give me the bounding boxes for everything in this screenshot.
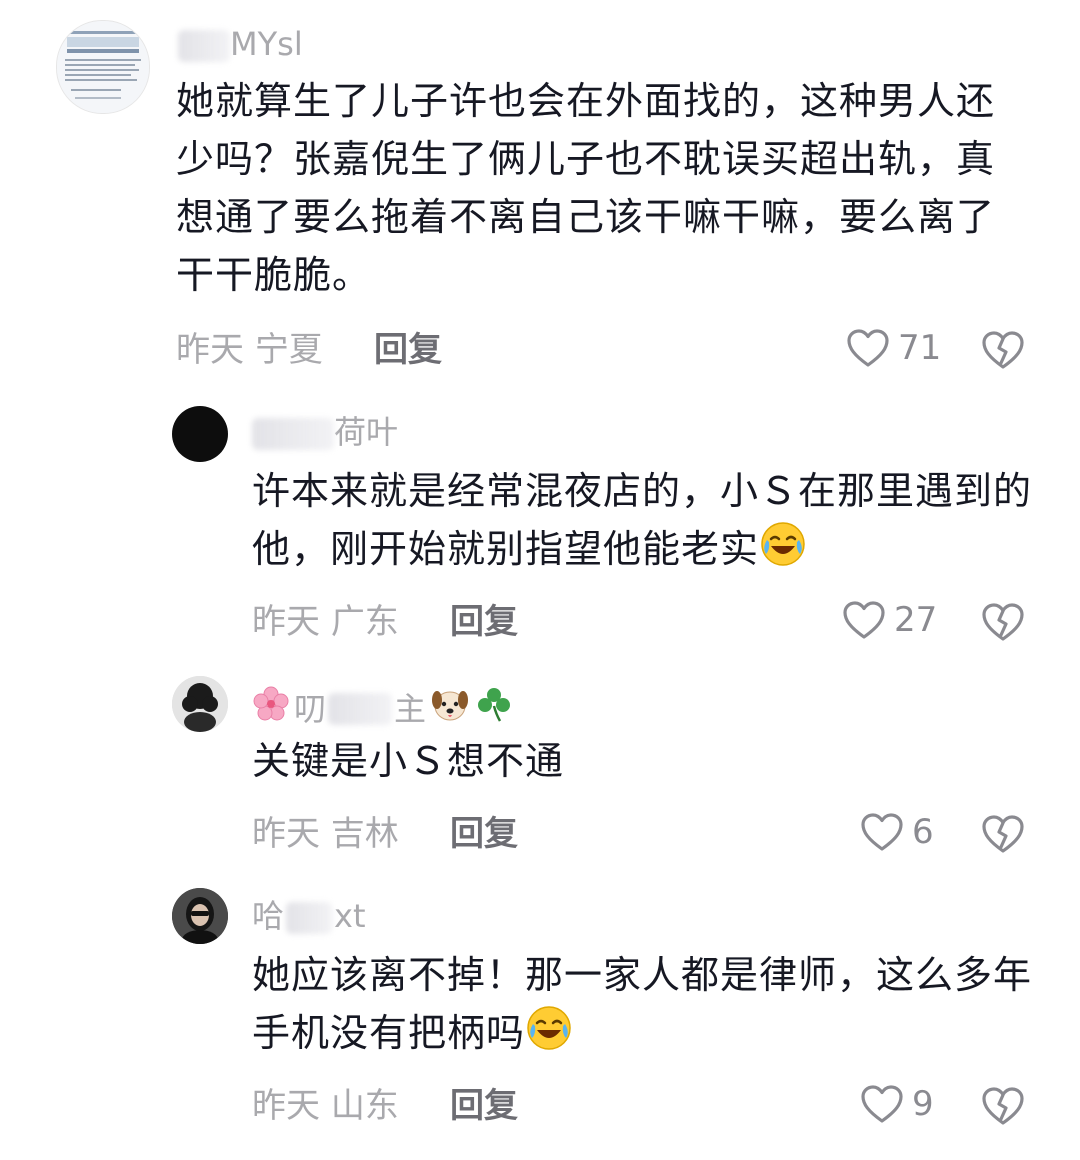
comment-location: 吉林 (330, 814, 399, 854)
heart-outline-icon (847, 329, 889, 367)
reply-button[interactable]: 回复 (450, 1086, 518, 1126)
like-count: 6 (912, 812, 934, 852)
comment-location: 广东 (330, 602, 399, 642)
comment-text: 她应该离不掉！那一家人都是律师，这么多年手机没有把柄吗 (252, 946, 1032, 1068)
like-count: 27 (894, 600, 938, 640)
broken-heart-icon (982, 603, 1024, 641)
like-count: 9 (912, 1084, 934, 1124)
avatar-document-thumbnail-icon (57, 21, 149, 113)
broken-heart-icon (982, 815, 1024, 853)
comment-time: 昨天 (252, 814, 320, 854)
dislike-button[interactable] (980, 330, 1026, 370)
comment-meta: 昨天 广东 (252, 602, 399, 642)
portrait-avatar-icon (172, 888, 228, 944)
comment-location: 山东 (330, 1086, 399, 1126)
heart-outline-icon (843, 601, 885, 639)
like-button[interactable]: 27 (842, 600, 937, 640)
face-with-tears-of-joy-icon (525, 1004, 573, 1068)
user-avatar[interactable] (172, 406, 228, 462)
heart-outline-icon (861, 813, 903, 851)
comment-meta: 昨天 宁夏 (176, 330, 323, 370)
like-button[interactable]: 6 (860, 812, 934, 852)
like-count: 71 (898, 328, 942, 368)
user-avatar[interactable] (172, 676, 228, 732)
heart-outline-icon (861, 1085, 903, 1123)
reply-button[interactable]: 回复 (450, 602, 518, 642)
comment-meta: 昨天 山东 (252, 1086, 399, 1126)
username[interactable]: MYsl (178, 24, 303, 64)
comment-time: 昨天 (252, 1086, 320, 1126)
comment-text: 她就算生了儿子许也会在外面找的，这种男人还少吗？张嘉倪生了俩儿子也不耽误买超出轨… (176, 79, 996, 297)
comment-text: 许本来就是经常混夜店的，小Ｓ在那里遇到的他，刚开始就别指望他能老实 (252, 462, 1032, 584)
dislike-button[interactable] (980, 1086, 1026, 1126)
reply-button[interactable]: 回复 (374, 330, 442, 370)
username-redaction (252, 418, 334, 450)
username-redaction (178, 30, 230, 62)
username[interactable]: 哈 xt (252, 896, 366, 936)
like-button[interactable]: 71 (846, 328, 941, 368)
cherry-blossom-icon (252, 685, 290, 732)
username-redaction (286, 902, 333, 934)
comment-time: 昨天 (252, 602, 320, 642)
comment-text: 关键是小Ｓ想不通 (252, 739, 565, 783)
poodle-avatar-icon (172, 676, 228, 732)
username-redaction (328, 692, 393, 725)
comment-time: 昨天 (176, 330, 244, 370)
username[interactable]: 荷叶 (252, 412, 398, 452)
comment-location: 宁夏 (254, 330, 323, 370)
user-avatar[interactable] (172, 888, 228, 944)
shamrock-icon (474, 684, 514, 733)
dislike-button[interactable] (980, 602, 1026, 642)
like-button[interactable]: 9 (860, 1084, 934, 1124)
reply-button[interactable]: 回复 (450, 814, 518, 854)
dog-face-icon (430, 684, 470, 733)
user-avatar[interactable] (56, 20, 150, 114)
dislike-button[interactable] (980, 814, 1026, 854)
username[interactable]: 叨主 (252, 684, 514, 733)
broken-heart-icon (982, 1087, 1024, 1125)
comment-meta: 昨天 吉林 (252, 814, 399, 854)
face-with-tears-of-joy-icon (759, 520, 807, 584)
broken-heart-icon (982, 331, 1024, 369)
